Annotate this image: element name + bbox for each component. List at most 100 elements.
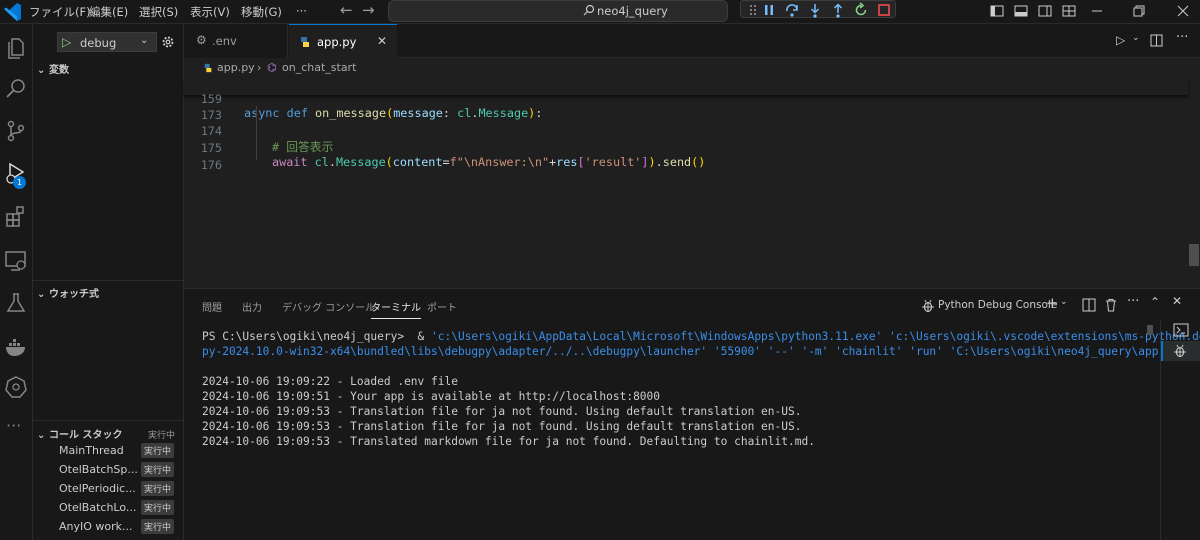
variables-section-header[interactable]: ⌄ 変数 (37, 61, 69, 76)
step-into-icon[interactable] (807, 2, 823, 18)
debug-sidebar: ▷ debug ⌄ ⌄ 変数 ⌄ ウォッチ式 ⌄ コール スタック 実行中 MainT… (33, 24, 184, 540)
minimize-icon[interactable] (1090, 4, 1104, 18)
thread-status-badge: 実行中 (141, 481, 175, 496)
thread-name: OtelBatchLo... (59, 501, 137, 514)
bottom-panel: 問題 出力 デバッグ コンソール ターミナル ポート Python Debug … (184, 288, 1200, 540)
tab-env[interactable]: ⚙ .env (184, 24, 288, 58)
more-actions-icon[interactable]: ··· (1176, 30, 1188, 45)
explorer-icon[interactable] (3, 34, 29, 60)
scrollbar-thumb[interactable] (1189, 244, 1199, 266)
restore-icon[interactable] (1132, 4, 1146, 18)
command-center-search[interactable]: neo4j_query (388, 0, 728, 22)
thread-item[interactable]: OtelBatchSp... 実行中 (59, 461, 175, 479)
tab-debug-console[interactable]: デバッグ コンソール (282, 299, 375, 314)
thread-item[interactable]: OtelBatchLo... 実行中 (59, 499, 175, 517)
breadcrumb-file[interactable]: app.py (217, 61, 255, 74)
terminal-scrollbar[interactable] (1147, 325, 1153, 335)
run-file-icon[interactable]: ▷ (1116, 33, 1125, 47)
menu-file[interactable]: ファイル(F) (29, 4, 91, 20)
menu-view[interactable]: 表示(V) (190, 4, 230, 20)
breadcrumb-separator-icon: › (257, 61, 262, 74)
start-debugging-icon[interactable]: ▷ (62, 35, 71, 49)
extensions-icon[interactable] (3, 204, 29, 230)
watch-section-header[interactable]: ⌄ ウォッチ式 (37, 285, 99, 300)
menu-selection[interactable]: 選択(S) (139, 4, 178, 20)
customize-layout-icon[interactable] (1062, 4, 1076, 18)
maximize-panel-icon[interactable]: ⌃ (1150, 295, 1160, 309)
terminal-prompt: PS C:\Users\ogiki\neo4j_query> & (202, 330, 432, 343)
close-window-icon[interactable] (1176, 4, 1190, 18)
new-terminal-icon[interactable]: + (1046, 294, 1059, 312)
step-out-icon[interactable] (830, 2, 846, 18)
forward-arrow-icon[interactable]: → (362, 1, 375, 19)
source-control-icon[interactable] (3, 118, 29, 144)
stop-icon[interactable] (876, 2, 892, 18)
docker-icon[interactable] (3, 334, 29, 360)
split-editor-icon[interactable] (1150, 34, 1163, 47)
terminal-tab-debug[interactable] (1161, 341, 1200, 361)
tab-problems[interactable]: 問題 (202, 299, 222, 314)
search-icon (583, 4, 595, 16)
pause-icon[interactable] (761, 2, 777, 18)
search-view-icon[interactable] (3, 76, 29, 102)
debug-bug-icon (922, 299, 934, 313)
editor-scrollbar[interactable] (1188, 78, 1200, 288)
thread-name: MainThread (59, 444, 124, 457)
trash-icon[interactable] (1104, 298, 1118, 312)
section-divider (33, 280, 184, 281)
powershell-icon[interactable] (1173, 323, 1189, 337)
thread-status-badge: 実行中 (141, 519, 175, 534)
callstack-section-header[interactable]: ⌄ コール スタック (37, 426, 122, 441)
terminal-name[interactable]: Python Debug Console (938, 299, 1057, 311)
editor-tabs: ⚙ .env app.py ✕ ▷ ⌄ ··· (184, 24, 1200, 58)
terminal-output[interactable]: PS C:\Users\ogiki\neo4j_query> & 'c:\Use… (202, 329, 1200, 449)
tab-ports[interactable]: ポート (427, 299, 457, 314)
chevron-down-icon: ⌄ (37, 430, 46, 441)
step-over-icon[interactable] (784, 2, 800, 18)
thread-item[interactable]: OtelPeriodic... 実行中 (59, 480, 175, 498)
chevron-down-icon[interactable]: ⌄ (1132, 33, 1140, 43)
drag-handle-icon[interactable] (745, 2, 761, 18)
code-line[interactable]: 175 await cl.Message(content=f"\nAnswer:… (184, 127, 1188, 169)
sticky-scroll-line[interactable]: 159 async def on_message(message: cl.Mes… (184, 78, 1188, 120)
code-line[interactable]: 176 (184, 144, 1188, 172)
method-symbol-icon: ⌬ (267, 61, 277, 74)
menu-edit[interactable]: 編集(E) (89, 4, 128, 20)
tab-output[interactable]: 出力 (242, 299, 262, 314)
indent-guide (256, 106, 257, 160)
remote-explorer-icon[interactable] (3, 248, 29, 274)
gear-icon[interactable] (161, 35, 175, 49)
restart-icon[interactable] (853, 2, 869, 18)
toggle-secondary-sidebar-icon[interactable] (1038, 4, 1052, 18)
callstack-status: 実行中 (148, 431, 176, 441)
testing-flask-icon[interactable] (3, 290, 29, 316)
menu-more[interactable]: ··· (296, 4, 307, 18)
code-editor[interactable]: 159 async def on_message(message: cl.Mes… (184, 78, 1200, 288)
toggle-panel-icon[interactable] (1014, 4, 1028, 18)
close-panel-icon[interactable]: ✕ (1172, 294, 1182, 308)
thread-item[interactable]: AnyIO work... 実行中 (59, 518, 175, 536)
chevron-down-icon[interactable]: ⌄ (1060, 297, 1068, 307)
settings-file-icon: ⚙ (196, 33, 207, 47)
terminal-tabs-list (1160, 319, 1200, 540)
kubernetes-icon[interactable] (3, 374, 29, 400)
tab-app-py[interactable]: app.py ✕ (289, 24, 397, 58)
thread-item[interactable]: MainThread 実行中 (59, 442, 175, 460)
more-views-icon[interactable]: ··· (6, 416, 21, 435)
menu-go[interactable]: 移動(G) (241, 4, 282, 20)
callstack-title: コール スタック (49, 430, 123, 441)
toggle-sidebar-icon[interactable] (990, 4, 1004, 18)
split-terminal-icon[interactable] (1082, 298, 1096, 312)
back-arrow-icon[interactable]: ← (340, 1, 353, 19)
breadcrumb: app.py › ⌬ on_chat_start (184, 58, 1200, 78)
code-line[interactable]: 174 # 回答表示 (184, 110, 1188, 154)
breadcrumb-symbol[interactable]: on_chat_start (282, 61, 356, 74)
chevron-down-icon: ⌄ (37, 289, 46, 300)
close-tab-icon[interactable]: ✕ (377, 34, 387, 48)
watch-title: ウォッチ式 (49, 289, 99, 300)
terminal-line: py-2024.10.0-win32-x64\bundled\libs\debu… (202, 345, 1200, 358)
debug-config-select[interactable]: ▷ debug ⌄ (57, 32, 157, 52)
code-line[interactable]: 173 (184, 94, 1188, 122)
more-actions-icon[interactable]: ··· (1127, 294, 1139, 309)
tab-terminal[interactable]: ターミナル (371, 299, 421, 319)
